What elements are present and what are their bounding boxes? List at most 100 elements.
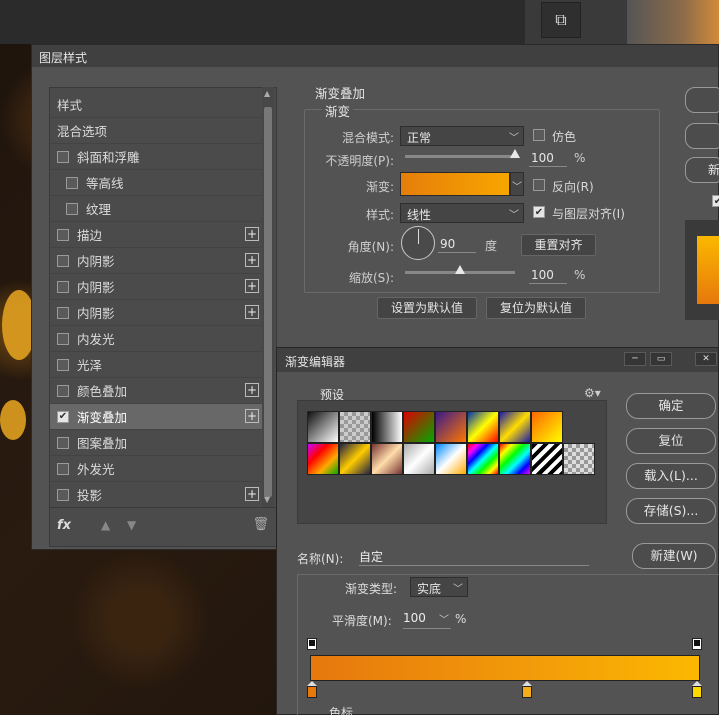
scale-input[interactable]: 100 <box>529 268 567 284</box>
reset-button[interactable]: 复位 <box>626 428 716 454</box>
opacity-stop-right[interactable] <box>692 638 702 650</box>
style-list-item[interactable]: ✔ 渐变叠加 + <box>50 404 262 430</box>
style-checkbox[interactable] <box>57 306 69 319</box>
add-style-icon[interactable]: + <box>245 409 259 423</box>
scroll-up-icon[interactable]: ▲ <box>264 89 270 98</box>
style-list-item[interactable]: 图案叠加 <box>50 430 262 456</box>
style-list-item[interactable]: 颜色叠加 + <box>50 378 262 404</box>
dither-checkbox[interactable] <box>533 129 545 141</box>
style-checkbox[interactable] <box>57 150 69 163</box>
angle-input[interactable]: 90 <box>438 237 476 253</box>
align-layer-checkbox[interactable]: ✔ <box>533 206 545 218</box>
blend-mode-select[interactable]: 正常 ﹀ <box>400 126 524 146</box>
style-checkbox[interactable] <box>57 228 69 241</box>
opacity-slider-knob[interactable] <box>510 149 520 158</box>
style-list-item[interactable]: 内发光 <box>50 326 262 352</box>
add-style-icon[interactable]: + <box>245 383 259 397</box>
reset-default-button[interactable]: 复位为默认值 <box>486 297 586 319</box>
gear-icon[interactable]: ⚙▾ <box>584 386 601 400</box>
style-list-item[interactable]: 投影 + <box>50 482 262 508</box>
color-stop-left[interactable] <box>307 681 317 698</box>
angle-dial[interactable] <box>401 226 435 260</box>
add-style-icon[interactable]: + <box>245 305 259 319</box>
preview-checkbox[interactable]: ✔ <box>712 195 719 207</box>
preset-swatch[interactable] <box>499 443 531 475</box>
gradient-bar[interactable] <box>310 655 700 681</box>
preset-swatch[interactable] <box>339 411 371 443</box>
preset-swatch[interactable] <box>403 443 435 475</box>
preset-swatch[interactable] <box>563 443 595 475</box>
scroll-down-icon[interactable]: ▼ <box>264 495 270 504</box>
smoothness-input[interactable]: 100 ﹀ <box>403 611 451 629</box>
trash-icon[interactable]: 🗑 <box>252 517 269 532</box>
new-style-button[interactable]: 新 <box>685 157 719 183</box>
opacity-input[interactable]: 100 <box>529 151 567 167</box>
style-checkbox[interactable] <box>57 488 69 501</box>
preset-swatch[interactable] <box>403 411 435 443</box>
type-select[interactable]: 实底 ﹀ <box>410 577 468 597</box>
minimize-icon[interactable]: ─ <box>624 352 646 366</box>
preset-swatch[interactable] <box>435 411 467 443</box>
style-list-item[interactable]: 光泽 <box>50 352 262 378</box>
style-checkbox[interactable] <box>57 280 69 293</box>
preset-swatch[interactable] <box>531 443 563 475</box>
new-button[interactable]: 新建(W) <box>632 543 716 569</box>
style-checkbox[interactable] <box>57 436 69 449</box>
name-input[interactable]: 自定 <box>359 548 589 566</box>
preset-swatch[interactable] <box>435 443 467 475</box>
style-list-item[interactable]: 内阴影 + <box>50 274 262 300</box>
reverse-checkbox[interactable] <box>533 179 545 191</box>
ok-button[interactable] <box>685 87 719 113</box>
move-up-icon[interactable]: ▲ <box>101 518 110 532</box>
style-checkbox[interactable] <box>57 332 69 345</box>
preset-swatch[interactable] <box>371 443 403 475</box>
style-list-item[interactable]: 外发光 <box>50 456 262 482</box>
style-select[interactable]: 线性 ﹀ <box>400 203 524 223</box>
chevron-down-icon[interactable]: ﹀ <box>439 611 449 626</box>
move-down-icon[interactable]: ▼ <box>127 518 136 532</box>
add-style-icon[interactable]: + <box>245 279 259 293</box>
style-list-item[interactable]: 等高线 <box>50 170 262 196</box>
reset-align-button[interactable]: 重置对齐 <box>521 234 596 256</box>
layer-tool-icon[interactable]: ⧉ <box>541 2 581 38</box>
opacity-stop-left[interactable] <box>307 638 317 650</box>
preset-swatch[interactable] <box>371 411 403 443</box>
scroll-thumb[interactable] <box>264 107 272 497</box>
color-stop-mid[interactable] <box>522 681 532 698</box>
style-list-item[interactable]: 内阴影 + <box>50 248 262 274</box>
preset-swatch[interactable] <box>339 443 371 475</box>
style-list-item[interactable]: 纹理 <box>50 196 262 222</box>
gradient-picker-dropdown[interactable]: ﹀ <box>510 172 524 196</box>
style-list-item[interactable]: 描边 + <box>50 222 262 248</box>
scale-slider[interactable] <box>405 265 515 274</box>
style-list-item[interactable]: 内阴影 + <box>50 300 262 326</box>
preset-swatch[interactable] <box>307 411 339 443</box>
load-button[interactable]: 载入(L)... <box>626 463 716 489</box>
scale-slider-knob[interactable] <box>455 265 465 274</box>
preset-swatch[interactable] <box>467 411 499 443</box>
opacity-slider[interactable] <box>405 149 520 158</box>
style-checkbox[interactable] <box>57 358 69 371</box>
ok-button[interactable]: 确定 <box>626 393 716 419</box>
style-checkbox[interactable] <box>66 176 78 189</box>
set-default-button[interactable]: 设置为默认值 <box>377 297 477 319</box>
cancel-button[interactable] <box>685 123 719 149</box>
save-button[interactable]: 存储(S)... <box>626 498 716 524</box>
add-style-icon[interactable]: + <box>245 487 259 501</box>
add-style-icon[interactable]: + <box>245 253 259 267</box>
style-list-scrollbar[interactable]: ▲ ▼ <box>262 87 274 507</box>
style-checkbox[interactable] <box>57 254 69 267</box>
fx-button[interactable]: fx <box>57 518 71 533</box>
style-list-item[interactable]: 混合选项 <box>50 118 262 144</box>
preset-swatch[interactable] <box>307 443 339 475</box>
gradient-swatch[interactable] <box>400 172 510 196</box>
preset-swatch[interactable] <box>499 411 531 443</box>
style-list-item[interactable]: 斜面和浮雕 <box>50 144 262 170</box>
preset-swatch[interactable] <box>467 443 499 475</box>
maximize-icon[interactable]: ▭ <box>650 352 672 366</box>
style-list-item[interactable]: 样式 <box>50 92 262 118</box>
style-checkbox[interactable] <box>66 202 78 215</box>
style-checkbox[interactable] <box>57 384 69 397</box>
add-style-icon[interactable]: + <box>245 227 259 241</box>
style-checkbox[interactable]: ✔ <box>57 410 69 423</box>
